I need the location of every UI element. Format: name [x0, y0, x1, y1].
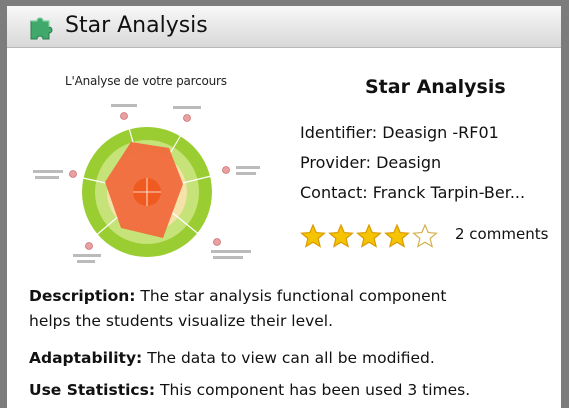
star-filled-icon[interactable] — [328, 223, 354, 249]
adaptability-block: Adaptability: The data to view can all b… — [29, 346, 549, 371]
contact-text: Contact: Franck Tarpin-Ber... — [300, 183, 526, 202]
description-label: Description: — [29, 287, 136, 305]
rating-stars[interactable] — [300, 223, 438, 249]
star-filled-icon[interactable] — [300, 223, 326, 249]
statistics-label: Use Statistics: — [29, 381, 156, 399]
statistics-block: Use Statistics: This component has been … — [29, 378, 549, 403]
star-chart-thumbnail — [21, 66, 281, 266]
star-empty-icon[interactable] — [412, 223, 438, 249]
puzzle-piece-icon — [30, 17, 53, 40]
component-panel: Star Analysis L'Analyse de votre parcour… — [7, 6, 561, 408]
statistics-text: This component has been used 3 times. — [155, 381, 471, 399]
window-frame: Star Analysis L'Analyse de votre parcour… — [0, 0, 569, 408]
identifier-text: Identifier: Deasign -RF01 — [300, 123, 499, 142]
description-text: The star analysis functional component — [135, 287, 447, 305]
component-name: Star Analysis — [365, 76, 506, 98]
description-text-2: helps the students visualize their level… — [29, 312, 334, 330]
window-title: Star Analysis — [65, 13, 208, 38]
adaptability-text: The data to view can all be modified. — [142, 349, 435, 367]
title-bar[interactable]: Star Analysis — [7, 6, 561, 48]
star-filled-icon[interactable] — [356, 223, 382, 249]
comments-link[interactable]: 2 comments — [455, 225, 548, 243]
thumbnail-title: L'Analyse de votre parcours — [65, 74, 227, 88]
star-filled-icon[interactable] — [384, 223, 410, 249]
description-block: Description: The star analysis functiona… — [29, 284, 549, 334]
adaptability-label: Adaptability: — [29, 349, 143, 367]
provider-text: Provider: Deasign — [300, 153, 442, 172]
